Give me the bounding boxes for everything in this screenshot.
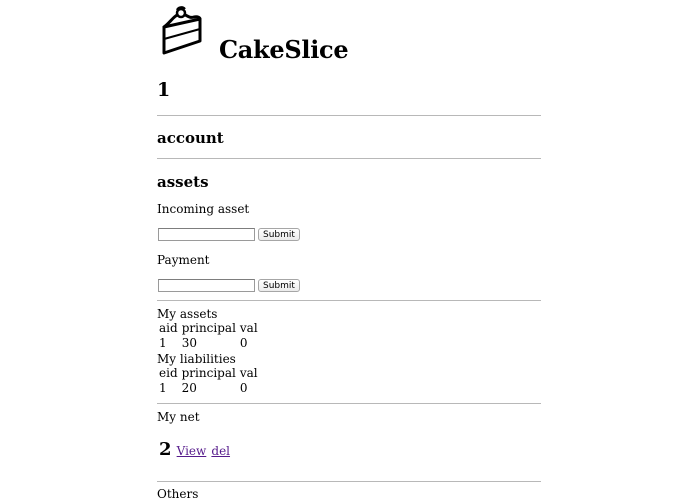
divider [157,300,541,301]
divider [157,158,541,159]
table-cell: 30 [181,335,197,350]
table-header-row: eid principal val [157,365,260,380]
table-cell: 20 [181,380,197,395]
payment-submit-button[interactable]: Submit [258,279,300,292]
table-cell: 1 [159,335,167,350]
column-header: val [239,320,258,335]
net-entry: 2 View del [159,439,230,460]
others-label: Others [157,487,199,501]
delete-link[interactable]: del [211,444,230,458]
incoming-asset-label: Incoming asset [157,202,250,216]
cake-slice-icon [162,6,202,55]
assets-table: aid principal val 1 30 0 [157,320,260,350]
incoming-asset-input[interactable] [158,228,255,241]
table-cell: 1 [159,380,167,395]
table-cell: 0 [239,380,248,395]
table-row: 1 20 0 [157,380,260,395]
liabilities-table: eid principal val 1 20 0 [157,365,260,395]
column-header: principal [181,365,236,380]
net-id: 2 [159,439,172,460]
column-header: principal [181,320,236,335]
page: CakeSlice 1 account assets Incoming asse… [0,0,695,501]
divider [157,403,541,404]
my-assets-title: My assets [157,307,218,321]
divider [157,115,541,116]
column-header: eid [159,365,178,380]
my-net-title: My net [157,410,200,424]
table-row: 1 30 0 [157,335,260,350]
assets-heading: assets [157,173,209,191]
record-id-heading: 1 [157,79,171,101]
divider [157,481,541,482]
table-cell: 0 [239,335,248,350]
column-header: val [239,365,258,380]
payment-input[interactable] [158,279,255,292]
incoming-asset-submit-button[interactable]: Submit [258,228,300,241]
column-header: aid [159,320,178,335]
account-heading: account [157,129,224,147]
my-liabilities-title: My liabilities [157,352,236,366]
table-header-row: aid principal val [157,320,260,335]
app-title: CakeSlice [219,35,349,64]
payment-label: Payment [157,253,210,267]
view-link[interactable]: View [177,444,207,458]
